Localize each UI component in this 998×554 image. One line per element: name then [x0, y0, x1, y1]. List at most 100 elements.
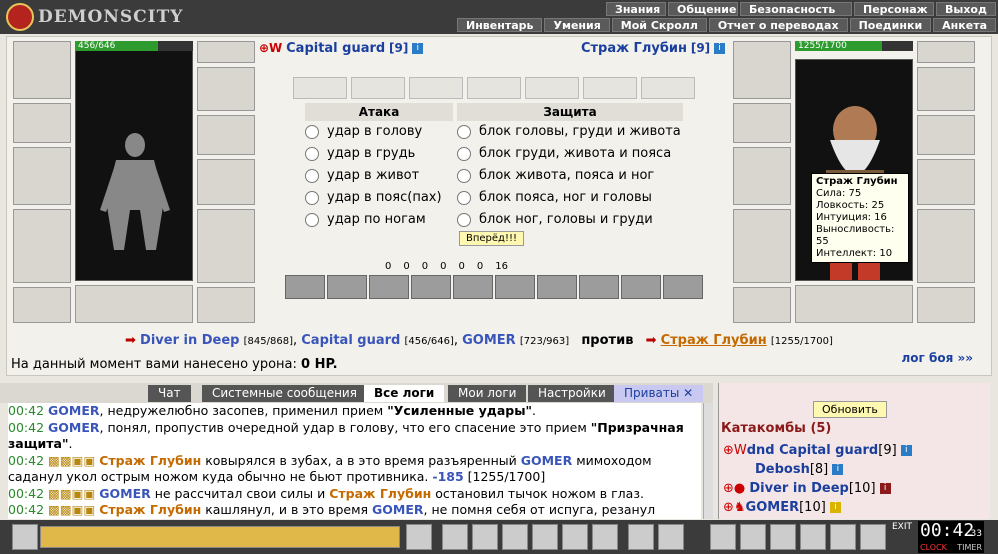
- tab-system[interactable]: Системные сообщения: [202, 385, 367, 402]
- gauntlet-slot[interactable]: [197, 115, 255, 155]
- radio-icon[interactable]: [457, 125, 471, 139]
- menu-duels[interactable]: Поединки: [849, 18, 932, 32]
- armor-slot[interactable]: [13, 209, 71, 283]
- defense-option[interactable]: блок головы, груди и живота: [457, 121, 683, 143]
- defense-option[interactable]: блок груди, живота и пояса: [457, 143, 683, 165]
- logo[interactable]: DEMONSCITY: [6, 3, 183, 31]
- shield-slot[interactable]: [197, 159, 255, 205]
- trick-button[interactable]: [663, 275, 703, 299]
- scroll-slot[interactable]: [583, 77, 637, 99]
- trick-button[interactable]: [411, 275, 451, 299]
- enemy-gauntlet-slot[interactable]: [917, 115, 975, 155]
- save-icon[interactable]: [502, 524, 528, 550]
- menu-character[interactable]: Персонаж: [854, 2, 934, 16]
- enemy-armor-slot[interactable]: [733, 209, 791, 283]
- tab-all-logs[interactable]: Все логи: [364, 385, 445, 402]
- enemy-weapon-slot[interactable]: [733, 147, 791, 205]
- battle-log-link[interactable]: лог боя »»: [902, 351, 974, 365]
- trick-button[interactable]: [579, 275, 619, 299]
- team2-member[interactable]: Страж Глубин: [661, 333, 767, 348]
- right-player-name[interactable]: Страж Глубин: [581, 41, 687, 56]
- trick-button[interactable]: [285, 275, 325, 299]
- amulet-slots[interactable]: [75, 285, 193, 323]
- helmet-slot[interactable]: [13, 41, 71, 99]
- attack-option[interactable]: удар в грудь: [305, 143, 453, 165]
- player-row[interactable]: ⊕Wdnd Capital guard[9] i: [723, 441, 912, 460]
- attack-option[interactable]: удар по ногам: [305, 209, 453, 231]
- tab-settings[interactable]: Настройки: [528, 385, 616, 402]
- team1-member[interactable]: Diver in Deep: [140, 333, 239, 348]
- translate-icon[interactable]: [592, 524, 618, 550]
- defense-option[interactable]: блок живота, пояса и ног: [457, 165, 683, 187]
- menu-security[interactable]: Безопасность: [740, 2, 852, 16]
- gloves-slot[interactable]: [197, 67, 255, 111]
- radio-icon[interactable]: [457, 169, 471, 183]
- menu-scroll[interactable]: Мой Скролл: [611, 18, 707, 32]
- trick-button[interactable]: [327, 275, 367, 299]
- trick-button[interactable]: [453, 275, 493, 299]
- tab-privates[interactable]: Приваты ✕: [614, 385, 704, 402]
- scroll-slot[interactable]: [351, 77, 405, 99]
- action-icon[interactable]: [710, 524, 736, 550]
- radio-icon[interactable]: [305, 213, 319, 227]
- exit-label[interactable]: EXIT: [892, 522, 912, 532]
- refresh-button[interactable]: Обновить: [813, 401, 887, 418]
- enemy-amulet-slots[interactable]: [795, 285, 913, 323]
- player-row[interactable]: Debosh[8] i: [723, 460, 912, 479]
- boots-slot[interactable]: [197, 287, 255, 323]
- tab-chat[interactable]: Чат: [148, 385, 191, 402]
- defense-option[interactable]: блок ног, головы и груди: [457, 209, 683, 231]
- radio-icon[interactable]: [457, 191, 471, 205]
- helmet-icon[interactable]: [658, 524, 684, 550]
- radio-icon[interactable]: [457, 147, 471, 161]
- defense-option[interactable]: блок пояса, ног и головы: [457, 187, 683, 209]
- team1-member[interactable]: Capital guard: [301, 333, 400, 348]
- scroll-slot[interactable]: [409, 77, 463, 99]
- legs-slot[interactable]: [197, 209, 255, 283]
- menu-profile[interactable]: Анкета: [933, 18, 996, 32]
- enemy-legs-slot[interactable]: [917, 209, 975, 283]
- enemy-belt-slot[interactable]: [733, 287, 791, 323]
- menu-knowledge[interactable]: Знания: [606, 2, 666, 16]
- action-icon[interactable]: [860, 524, 886, 550]
- attack-option[interactable]: удар в пояс(пах): [305, 187, 453, 209]
- radio-icon[interactable]: [457, 213, 471, 227]
- action-icon[interactable]: [770, 524, 796, 550]
- trick-button[interactable]: [369, 275, 409, 299]
- send-icon[interactable]: [406, 524, 432, 550]
- log-scrollbar[interactable]: [703, 403, 713, 519]
- emoticon-icon[interactable]: [628, 524, 654, 550]
- attack-option[interactable]: удар в голову: [305, 121, 453, 143]
- menu-exit[interactable]: Выход: [936, 2, 996, 16]
- enemy-bracer-slot[interactable]: [733, 103, 791, 143]
- scroll-slot[interactable]: [641, 77, 695, 99]
- walk-icon[interactable]: [532, 524, 558, 550]
- enemy-boots-slot[interactable]: [917, 287, 975, 323]
- trick-button[interactable]: [621, 275, 661, 299]
- eraser-icon[interactable]: [442, 524, 468, 550]
- team1-member[interactable]: GOMER: [462, 333, 516, 348]
- menu-skills[interactable]: Умения: [544, 18, 610, 32]
- menu-communication[interactable]: Общение: [668, 2, 738, 16]
- smile-icon[interactable]: [12, 524, 38, 550]
- scroll-slot[interactable]: [293, 77, 347, 99]
- bracer-slot[interactable]: [13, 103, 71, 143]
- radio-icon[interactable]: [305, 191, 319, 205]
- action-icon[interactable]: [800, 524, 826, 550]
- action-icon[interactable]: [740, 524, 766, 550]
- weapon-slot[interactable]: [13, 147, 71, 205]
- left-player-name[interactable]: Capital guard: [286, 41, 385, 56]
- menu-inventory[interactable]: Инвентарь: [457, 18, 543, 32]
- info-icon[interactable]: i: [412, 43, 424, 54]
- action-icon[interactable]: [830, 524, 856, 550]
- chat-input[interactable]: [40, 526, 400, 548]
- trick-button[interactable]: [537, 275, 577, 299]
- belt-slot[interactable]: [13, 287, 71, 323]
- info-icon[interactable]: i: [714, 43, 725, 54]
- enemy-helmet-slot[interactable]: [733, 41, 791, 99]
- enemy-shield-slot[interactable]: [917, 159, 975, 205]
- scroll-slot[interactable]: [525, 77, 579, 99]
- scroll-slot[interactable]: [467, 77, 521, 99]
- forward-button[interactable]: Вперёд!!!: [459, 231, 524, 246]
- ring-slot[interactable]: [197, 41, 255, 63]
